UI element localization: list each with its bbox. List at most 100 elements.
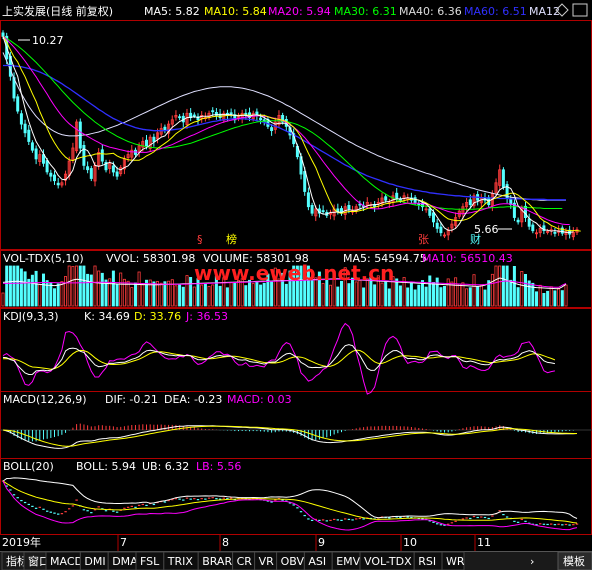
candle	[398, 198, 402, 201]
candle	[417, 203, 421, 206]
kdj-d-value: D: 33.76	[134, 310, 181, 323]
tab-fsl[interactable]: FSL	[140, 555, 160, 568]
volume-bar	[203, 282, 207, 307]
kdj-header: KDJ(9,3,3) K: 34.69 D: 33.76 J: 36.53	[3, 310, 228, 323]
volume-bar	[30, 274, 34, 307]
tab-brar[interactable]: BRAR	[202, 555, 232, 568]
tab-wr[interactable]: WR	[446, 555, 465, 568]
ma40-value: MA40: 6.36	[399, 5, 462, 18]
time-label-month-11: 11	[477, 536, 491, 549]
candle	[23, 123, 27, 134]
candle	[516, 219, 520, 223]
candle	[192, 114, 196, 117]
volume-bar	[262, 282, 266, 307]
volume-bar	[468, 287, 472, 307]
candle	[144, 139, 148, 147]
tab-asi[interactable]: ASI	[308, 555, 326, 568]
volume-bar	[483, 289, 487, 307]
tab-vr[interactable]: VR	[259, 555, 275, 568]
candle	[321, 210, 325, 213]
volume-bar	[535, 291, 539, 307]
event-marker-2[interactable]: 榜	[226, 232, 237, 246]
macd-value: MACD: 0.03	[227, 393, 292, 406]
tab-rsi[interactable]: RSI	[418, 555, 436, 568]
volume-bar	[387, 288, 391, 307]
kdj-k-value: K: 34.69	[84, 310, 130, 323]
candle	[336, 208, 340, 212]
candle	[531, 224, 535, 232]
volume-bar	[5, 265, 9, 307]
volume-bar	[509, 279, 513, 307]
volume-bar	[284, 283, 288, 307]
time-label-month-8: 8	[222, 536, 229, 549]
candle	[553, 231, 557, 234]
volume-bar	[428, 275, 432, 307]
candle	[229, 112, 233, 115]
candle	[89, 168, 93, 179]
tab-trix[interactable]: TRIX	[167, 555, 194, 568]
tab-voltdx[interactable]: VOL-TDX	[364, 555, 412, 568]
event-marker-3[interactable]: 张	[418, 233, 429, 246]
volume-bar	[233, 281, 237, 307]
tab-cr[interactable]: CR	[237, 555, 253, 568]
tab-macd[interactable]: MACD	[50, 555, 83, 568]
candle	[211, 110, 215, 113]
volume-bar	[225, 287, 229, 307]
candle	[395, 192, 399, 199]
candle	[439, 226, 443, 234]
boll-mid-value: BOLL: 5.94	[76, 460, 136, 473]
volume-bar	[339, 280, 343, 307]
tab-dma[interactable]: DMA	[112, 555, 138, 568]
candle	[45, 160, 49, 173]
volume-bar	[259, 284, 263, 307]
candle	[524, 205, 528, 219]
volume-bar	[152, 281, 156, 307]
volume-bar	[218, 285, 222, 307]
ma120-value: MA12	[529, 5, 560, 18]
event-marker-4[interactable]: 财	[470, 232, 481, 246]
volume-bar	[553, 290, 557, 307]
volume-bar	[163, 281, 167, 307]
volume-bar	[23, 271, 27, 307]
candle	[384, 196, 388, 201]
candle	[30, 142, 34, 151]
kdj-j-value: J: 36.53	[185, 310, 228, 323]
main-header: 上实发展(日线 前复权) MA5: 5.82 MA10: 5.84 MA20: …	[0, 0, 592, 20]
vol-title: VOL-TDX(5,10)	[3, 252, 84, 265]
volume-bar	[501, 265, 505, 307]
ma30-value: MA30: 6.31	[334, 5, 397, 18]
volume-bar	[476, 286, 480, 307]
candle	[501, 169, 505, 188]
tab-dmi[interactable]: DMI	[84, 555, 105, 568]
boll-lb-value: LB: 5.56	[196, 460, 241, 473]
volume-bar	[78, 265, 82, 307]
candle	[34, 148, 38, 160]
candle	[431, 212, 435, 223]
template-button[interactable]: 模板	[563, 554, 585, 568]
tab-obv[interactable]: OBV	[281, 555, 305, 568]
volume-bar	[516, 287, 520, 307]
volume-bar	[384, 281, 388, 307]
volume-bar	[42, 273, 46, 307]
candle	[435, 222, 439, 229]
stock-chart-stage[interactable]: 上实发展(日线 前复权) MA5: 5.82 MA10: 5.84 MA20: …	[0, 0, 592, 570]
candle	[86, 166, 90, 171]
candle	[468, 199, 472, 206]
candle	[111, 165, 115, 173]
macd-dea-value: DEA: -0.23	[164, 393, 222, 406]
volume-bar	[12, 265, 16, 307]
kdj-title: KDJ(9,3,3)	[3, 310, 59, 323]
candle	[53, 174, 57, 182]
volume-bar	[420, 280, 424, 307]
boll-ub-value: UB: 6.32	[142, 460, 189, 473]
tab-emv[interactable]: EMV	[336, 555, 360, 568]
volume-bar	[178, 283, 182, 307]
tab-more-arrow[interactable]: ›	[530, 555, 534, 568]
volume-bar	[347, 283, 351, 307]
time-label-month-9: 9	[318, 536, 325, 549]
event-marker-1[interactable]: §	[197, 233, 203, 246]
volume-bar	[398, 285, 402, 307]
boll-title: BOLL(20)	[3, 460, 54, 473]
time-label-month-7: 7	[120, 536, 127, 549]
volume-bar	[19, 268, 23, 307]
